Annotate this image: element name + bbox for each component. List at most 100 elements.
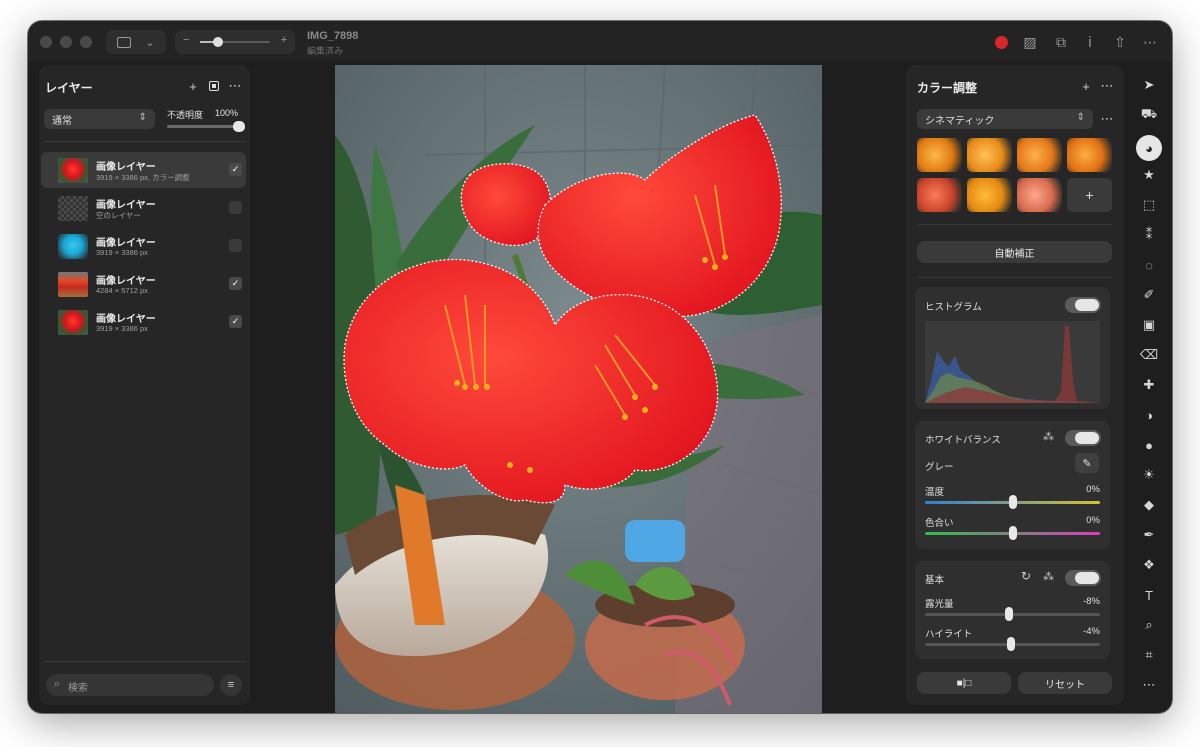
exposure-slider-knob[interactable] [1005,607,1013,621]
histogram-toggle[interactable] [1065,297,1101,313]
histogram-graph [925,321,1100,403]
layer-row[interactable]: 画像レイヤー 空のレイヤー [41,190,246,226]
preset-thumb-6[interactable] [967,178,1012,212]
layer-name: 画像レイヤー [96,200,156,211]
minimize-window-button[interactable] [60,36,72,48]
paint-bucket-icon[interactable]: ⛟ [1139,105,1159,125]
more-tools-icon[interactable]: ⋯ [1139,675,1159,695]
search-placeholder: 検索 [68,683,88,694]
mask-icon[interactable] [207,79,221,93]
zoom-control[interactable]: − + [175,30,295,54]
magic-wand-icon[interactable]: ⁂ [1043,570,1054,583]
layer-visibility-checkbox[interactable] [229,239,242,252]
add-adjustment-button[interactable]: + [1079,79,1093,94]
color-adjust-tool-icon[interactable]: ◕ [1136,135,1162,161]
text-icon[interactable]: T [1139,585,1159,605]
image-icon[interactable]: ▨ [1019,31,1041,53]
close-window-button[interactable] [40,36,52,48]
zoom-out-button[interactable]: − [183,34,189,46]
opacity-slider-knob[interactable] [233,121,245,132]
add-layer-button[interactable]: + [186,79,200,94]
layer-info: 空のレイヤー [96,211,141,220]
clone-icon[interactable]: ◑ [1139,405,1159,425]
more-icon[interactable]: ⋯ [1139,31,1161,53]
add-preset-button[interactable]: + [1067,178,1112,212]
record-icon[interactable] [990,31,1012,53]
sun-icon[interactable]: ☀ [1139,465,1159,485]
exposure-slider[interactable] [925,607,1100,621]
preset-thumb-3[interactable] [1017,138,1062,172]
photo-canvas [335,65,822,713]
filter-icon[interactable]: ≡ [220,674,242,696]
tint-slider[interactable] [925,526,1100,540]
sidebar-icon [117,36,132,48]
pointer-icon[interactable]: ➤ [1139,75,1159,95]
preset-thumb-1[interactable] [917,138,962,172]
sharpen-icon[interactable]: ◆ [1139,495,1159,515]
zoom-slider-knob[interactable] [212,37,223,47]
brush-icon[interactable]: ✐ [1139,285,1159,305]
tint-slider-knob[interactable] [1009,526,1017,540]
opacity-slider[interactable] [167,121,245,132]
info-icon[interactable]: ⅰ [1079,31,1101,53]
repair-icon[interactable]: ✚ [1139,375,1159,395]
reset-basic-icon[interactable]: ↻ [1021,569,1031,583]
layer-visibility-checkbox[interactable]: ✓ [229,163,242,176]
eyedropper-icon[interactable]: ✎ [1075,453,1099,473]
preset-thumb-5[interactable] [917,178,962,212]
highlight-slider-knob[interactable] [1007,637,1015,651]
basic-toggle[interactable] [1065,570,1101,586]
highlight-slider[interactable] [925,637,1100,651]
temperature-slider[interactable] [925,495,1100,509]
sidebar-toggle-group[interactable]: ⌄ [106,30,166,54]
image-canvas[interactable] [335,65,822,713]
blend-mode-select[interactable]: 通常 ⇕ [44,109,155,129]
preset-thumb-2[interactable] [967,138,1012,172]
crop-icon[interactable]: ⌗ [1139,645,1159,665]
preset-select[interactable]: シネマティック ⇕ [917,109,1093,129]
layer-visibility-checkbox[interactable]: ✓ [229,277,242,290]
reset-button[interactable]: リセット [1018,672,1112,694]
zoom-window-button[interactable] [80,36,92,48]
magic-select-icon[interactable]: ⁑ [1139,225,1159,245]
chevron-updown-icon: ⇕ [138,112,147,123]
compare-button[interactable]: ■|□ [917,672,1011,694]
histogram-label: ヒストグラム [925,302,982,313]
pen-icon[interactable]: ✒ [1139,525,1159,545]
tint-label: 色合い [925,518,954,529]
preset-more-button[interactable]: ⋯ [1100,111,1114,126]
layer-row[interactable]: 画像レイヤー 3919 × 3386 px, カラー調整 ✓ [41,152,246,188]
export-icon[interactable]: ⇧ [1109,31,1131,53]
zoom-icon[interactable]: ⌕ [1139,615,1159,635]
layer-row[interactable]: 画像レイヤー 3919 × 3386 px ✓ [41,304,246,340]
share-layer-icon[interactable]: ⧉ [1050,31,1072,53]
select-rect-icon[interactable]: ⬚ [1139,195,1159,215]
layer-search-input[interactable]: ⌕ 検索 [46,674,214,696]
color-more-button[interactable]: ⋯ [1100,78,1114,93]
auto-adjust-button[interactable]: 自動補正 [917,241,1112,263]
layers-more-button[interactable]: ⋯ [228,78,242,93]
preset-thumb-7[interactable] [1017,178,1062,212]
preset-thumb-4[interactable] [1067,138,1112,172]
document-title: IMG_7898 [307,30,359,42]
eraser-icon[interactable]: ⌫ [1139,345,1159,365]
layer-visibility-checkbox[interactable] [229,201,242,214]
color-adjust-title: カラー調整 [917,81,978,95]
layer-row[interactable]: 画像レイヤー 3919 × 3386 px [41,228,246,264]
layer-row[interactable]: 画像レイヤー 4284 × 5712 px ✓ [41,266,246,302]
fill-icon[interactable]: ▣ [1139,315,1159,335]
lasso-icon[interactable]: ◌ [1139,255,1159,275]
magic-wand-icon[interactable]: ⁂ [1043,430,1054,443]
zoom-in-button[interactable]: + [281,34,287,46]
white-balance-toggle[interactable] [1065,430,1101,446]
effects-icon[interactable]: ★ [1139,165,1159,185]
blur-icon[interactable]: ● [1139,435,1159,455]
shapes-icon[interactable]: ❖ [1139,555,1159,575]
temperature-slider-knob[interactable] [1009,495,1017,509]
zoom-slider-track[interactable] [200,37,270,47]
highlight-value: -4% [1083,626,1100,637]
layer-visibility-checkbox[interactable]: ✓ [229,315,242,328]
layer-thumbnail [58,272,88,297]
layer-name: 画像レイヤー [96,314,156,325]
blend-mode-value: 通常 [52,115,72,127]
